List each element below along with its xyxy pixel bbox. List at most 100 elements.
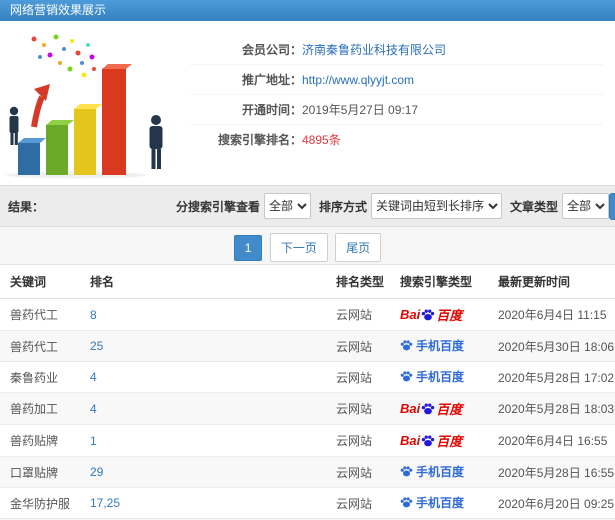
info-row-company: 会员公司： 济南秦鲁药业科技有限公司 [190,35,603,65]
baidu-cn-text: 百度 [436,402,463,417]
baidu-paw-icon [400,466,413,477]
bar-chart-graphic [6,34,163,179]
open-time-value: 2019年5月27日 09:17 [302,103,419,117]
table-row: 秦鲁药业 4 云网站 手机百度 2020年5月28日 17:02 [0,361,615,393]
baidu-wordmark: Bai [400,433,421,448]
baidu-mobile-logo: 手机百度 [400,494,464,511]
filter-bar: 结果： 分搜索引擎查看 全部 排序方式 关键词由短到长排序 文章类型 全部 提交 [0,185,615,227]
page-next[interactable]: 下一页 [269,233,328,262]
time-cell: 2020年6月20日 09:25 [492,487,615,519]
baidu-mobile-text: 手机百度 [416,370,465,384]
time-cell: 2020年5月30日 18:06 [492,330,615,362]
result-label: 结果： [8,199,45,214]
baidu-paw-icon [422,402,435,414]
baidu-mobile-logo: 手机百度 [400,368,464,385]
table-row: 兽药加工 4 云网站 Bai 百度 2020年5月28日 18:03 [0,392,615,425]
time-cell: 2020年6月4日 16:55 [492,424,615,457]
baidu-pc-logo: Bai 百度 [400,305,462,324]
engine-cell: 手机百度 [394,330,492,362]
sort-label: 排序方式 [319,199,368,214]
results-table: 关键词 排名 排名类型 搜索引擎类型 最新更新时间 兽药代工 8 云网站 Bai… [0,265,615,520]
rank-count-label: 搜索引擎排名： [217,133,302,147]
table-header-row: 关键词 排名 排名类型 搜索引擎类型 最新更新时间 [0,265,615,299]
engine-cell: Bai 百度 [394,392,492,425]
info-row-rank-count: 搜索引擎排名： 4895条 [190,125,603,154]
page-title: 网络营销效果展示 [10,3,107,17]
article-type-label: 文章类型 [510,199,559,214]
rank-type-cell: 云网站 [330,330,394,362]
keyword-cell: 口罩贴牌 [0,456,84,488]
baidu-paw-icon [400,371,413,382]
rank-link[interactable]: 4 [90,402,97,416]
baidu-pc-logo: Bai 百度 [400,431,462,450]
baidu-wordmark: Bai [400,401,421,416]
rank-link[interactable]: 29 [90,465,103,479]
baidu-mobile-logo: 手机百度 [400,337,464,354]
engine-cell: 手机百度 [394,487,492,519]
top-section: 会员公司： 济南秦鲁药业科技有限公司 推广地址： http://www.qlyy… [0,21,615,185]
company-name-link[interactable]: 济南秦鲁药业科技有限公司 [302,41,446,58]
keyword-cell: 兽药代工 [0,298,84,331]
info-row-open-time: 开通时间： 2019年5月27日 09:17 [190,95,603,125]
baidu-paw-icon [422,434,435,446]
window-titlebar: 网络营销效果展示 [0,0,615,21]
rank-type-cell: 云网站 [330,392,394,425]
company-info-panel: 会员公司： 济南秦鲁药业科技有限公司 推广地址： http://www.qlyy… [190,21,615,185]
baidu-paw-icon [400,497,413,508]
table-row: 兽药代工 8 云网站 Bai 百度 2020年6月4日 11:15 [0,298,615,331]
baidu-wordmark: Bai [400,307,421,322]
open-time-label: 开通时间： [241,103,302,117]
table-row: 兽药贴牌 1 云网站 Bai 百度 2020年6月4日 16:55 [0,424,615,457]
sort-select[interactable]: 关键词由短到长排序 [371,193,503,219]
baidu-mobile-text: 手机百度 [416,465,465,479]
keyword-cell: 金华防护服 [0,487,84,519]
baidu-pc-logo: Bai 百度 [400,399,462,418]
chart-illustration [0,21,190,185]
baidu-paw-icon [422,308,435,320]
engine-cell: Bai 百度 [394,298,492,331]
engine-select[interactable]: 全部 [264,193,312,219]
company-label: 会员公司： [241,43,302,57]
engine-filter-label: 分搜索引擎查看 [176,199,261,214]
rank-link[interactable]: 1 [90,434,97,448]
rank-type-cell: 云网站 [330,298,394,331]
promo-url-link[interactable]: http://www.qlyyjt.com [302,73,414,87]
header-update-time: 最新更新时间 [492,265,615,299]
rank-type-cell: 云网站 [330,361,394,393]
baidu-cn-text: 百度 [436,434,463,449]
rank-link[interactable]: 4 [90,370,97,384]
page-last[interactable]: 尾页 [335,233,382,262]
rank-link[interactable]: 17,25 [90,496,120,510]
time-cell: 2020年5月28日 17:02 [492,361,615,393]
rank-type-cell: 云网站 [330,456,394,488]
keyword-cell: 兽药代工 [0,330,84,362]
engine-cell: 手机百度 [394,361,492,393]
page-current[interactable]: 1 [233,235,263,261]
header-rank-type: 排名类型 [330,265,394,299]
rank-type-cell: 云网站 [330,487,394,519]
rank-count-value: 4895条 [302,133,341,147]
time-cell: 2020年5月28日 16:55 [492,456,615,488]
baidu-mobile-text: 手机百度 [416,496,465,510]
baidu-cn-text: 百度 [436,308,463,323]
table-row: 金华防护服 17,25 云网站 手机百度 2020年6月20日 09:25 [0,487,615,519]
pagination: 1 下一页 尾页 [0,227,615,265]
baidu-mobile-text: 手机百度 [416,339,465,353]
header-rank: 排名 [84,265,330,299]
promo-url-label: 推广地址： [241,73,302,87]
article-type-select[interactable]: 全部 [562,193,610,219]
rank-type-cell: 云网站 [330,424,394,457]
keyword-cell: 兽药加工 [0,392,84,425]
header-engine-type: 搜索引擎类型 [394,265,492,299]
table-row: 口罩贴牌 29 云网站 手机百度 2020年5月28日 16:55 [0,456,615,488]
keyword-cell: 兽药贴牌 [0,424,84,457]
rank-link[interactable]: 8 [90,308,97,322]
submit-button[interactable]: 提交 [609,192,615,220]
time-cell: 2020年5月28日 18:03 [492,392,615,425]
rank-link[interactable]: 25 [90,339,103,353]
baidu-paw-icon [400,340,413,351]
time-cell: 2020年6月4日 11:15 [492,298,615,331]
table-row: 兽药代工 25 云网站 手机百度 2020年5月30日 18:06 [0,330,615,362]
header-keyword: 关键词 [0,265,84,299]
engine-cell: Bai 百度 [394,424,492,457]
